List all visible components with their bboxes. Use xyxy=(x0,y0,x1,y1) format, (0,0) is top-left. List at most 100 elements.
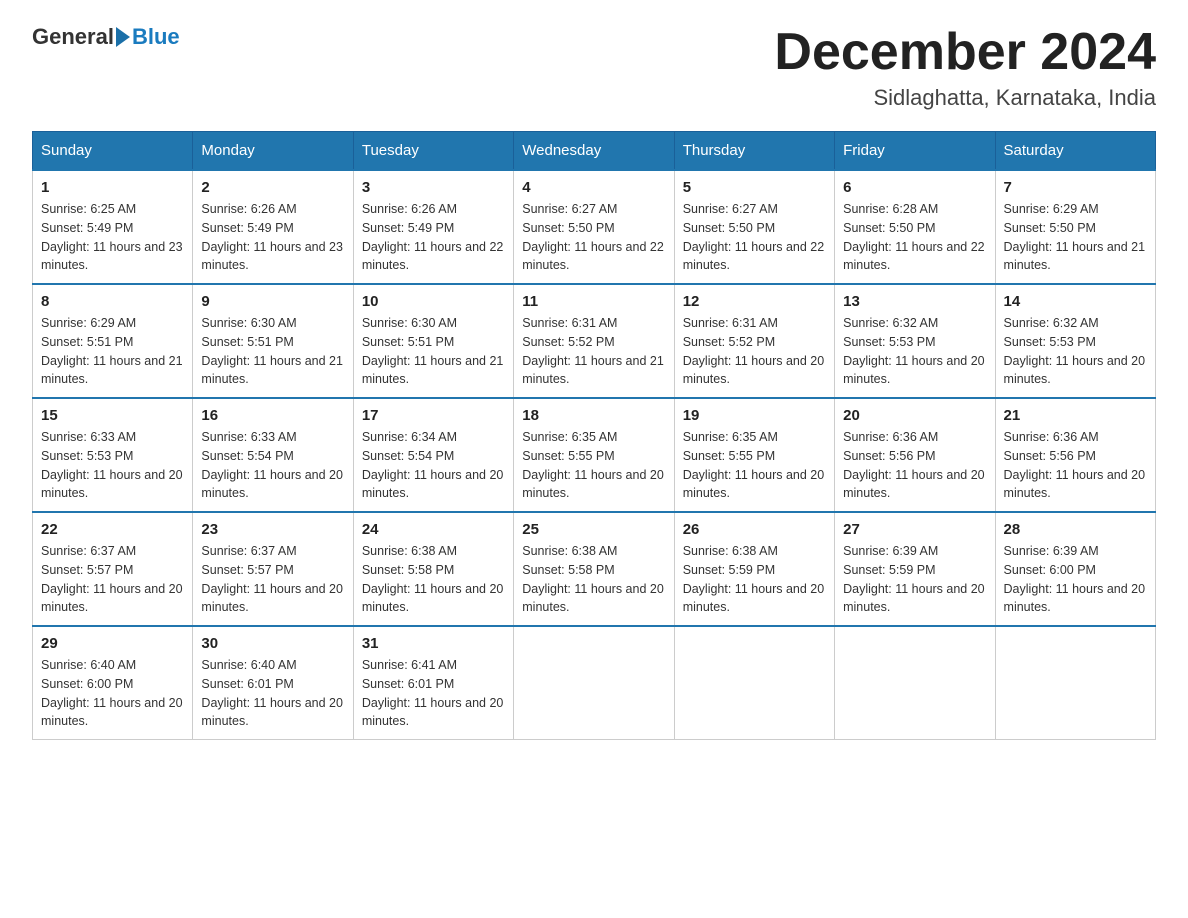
daylight-label: Daylight: 11 hours and 22 minutes. xyxy=(522,240,664,273)
daylight-label: Daylight: 11 hours and 21 minutes. xyxy=(41,354,183,387)
sunset-label: Sunset: 6:00 PM xyxy=(41,677,133,691)
day-number: 18 xyxy=(522,407,665,424)
day-info: Sunrise: 6:33 AM Sunset: 5:53 PM Dayligh… xyxy=(41,428,184,503)
sunrise-label: Sunrise: 6:26 AM xyxy=(362,202,457,216)
daylight-label: Daylight: 11 hours and 20 minutes. xyxy=(843,468,985,501)
sunset-label: Sunset: 5:58 PM xyxy=(362,563,454,577)
weekday-header-tuesday: Tuesday xyxy=(353,132,513,171)
sunset-label: Sunset: 5:52 PM xyxy=(683,335,775,349)
sunset-label: Sunset: 5:51 PM xyxy=(201,335,293,349)
sunset-label: Sunset: 5:54 PM xyxy=(362,449,454,463)
day-info: Sunrise: 6:39 AM Sunset: 5:59 PM Dayligh… xyxy=(843,542,986,617)
daylight-label: Daylight: 11 hours and 20 minutes. xyxy=(522,582,664,615)
sunrise-label: Sunrise: 6:40 AM xyxy=(201,658,296,672)
day-info: Sunrise: 6:33 AM Sunset: 5:54 PM Dayligh… xyxy=(201,428,344,503)
day-number: 16 xyxy=(201,407,344,424)
day-number: 9 xyxy=(201,293,344,310)
daylight-label: Daylight: 11 hours and 20 minutes. xyxy=(1004,468,1146,501)
day-info: Sunrise: 6:28 AM Sunset: 5:50 PM Dayligh… xyxy=(843,200,986,275)
daylight-label: Daylight: 11 hours and 20 minutes. xyxy=(843,354,985,387)
calendar-cell: 13 Sunrise: 6:32 AM Sunset: 5:53 PM Dayl… xyxy=(835,284,995,398)
sunrise-label: Sunrise: 6:32 AM xyxy=(843,316,938,330)
calendar-cell: 11 Sunrise: 6:31 AM Sunset: 5:52 PM Dayl… xyxy=(514,284,674,398)
week-row-1: 1 Sunrise: 6:25 AM Sunset: 5:49 PM Dayli… xyxy=(33,170,1156,284)
sunrise-label: Sunrise: 6:41 AM xyxy=(362,658,457,672)
day-info: Sunrise: 6:39 AM Sunset: 6:00 PM Dayligh… xyxy=(1004,542,1147,617)
sunrise-label: Sunrise: 6:33 AM xyxy=(201,430,296,444)
week-row-4: 22 Sunrise: 6:37 AM Sunset: 5:57 PM Dayl… xyxy=(33,512,1156,626)
calendar-cell: 10 Sunrise: 6:30 AM Sunset: 5:51 PM Dayl… xyxy=(353,284,513,398)
day-info: Sunrise: 6:32 AM Sunset: 5:53 PM Dayligh… xyxy=(1004,314,1147,389)
calendar-cell: 29 Sunrise: 6:40 AM Sunset: 6:00 PM Dayl… xyxy=(33,626,193,740)
sunset-label: Sunset: 5:50 PM xyxy=(1004,221,1096,235)
daylight-label: Daylight: 11 hours and 20 minutes. xyxy=(362,468,504,501)
day-number: 4 xyxy=(522,179,665,196)
calendar-cell xyxy=(835,626,995,740)
week-row-3: 15 Sunrise: 6:33 AM Sunset: 5:53 PM Dayl… xyxy=(33,398,1156,512)
sunrise-label: Sunrise: 6:31 AM xyxy=(522,316,617,330)
sunrise-label: Sunrise: 6:29 AM xyxy=(1004,202,1099,216)
calendar-cell: 9 Sunrise: 6:30 AM Sunset: 5:51 PM Dayli… xyxy=(193,284,353,398)
sunrise-label: Sunrise: 6:38 AM xyxy=(522,544,617,558)
day-number: 25 xyxy=(522,521,665,538)
daylight-label: Daylight: 11 hours and 23 minutes. xyxy=(201,240,343,273)
day-number: 10 xyxy=(362,293,505,310)
daylight-label: Daylight: 11 hours and 20 minutes. xyxy=(362,582,504,615)
day-info: Sunrise: 6:38 AM Sunset: 5:58 PM Dayligh… xyxy=(522,542,665,617)
weekday-header-friday: Friday xyxy=(835,132,995,171)
sunset-label: Sunset: 5:57 PM xyxy=(201,563,293,577)
sunrise-label: Sunrise: 6:30 AM xyxy=(362,316,457,330)
day-info: Sunrise: 6:26 AM Sunset: 5:49 PM Dayligh… xyxy=(201,200,344,275)
day-number: 7 xyxy=(1004,179,1147,196)
sunrise-label: Sunrise: 6:37 AM xyxy=(41,544,136,558)
sunrise-label: Sunrise: 6:32 AM xyxy=(1004,316,1099,330)
day-info: Sunrise: 6:35 AM Sunset: 5:55 PM Dayligh… xyxy=(522,428,665,503)
calendar-cell: 15 Sunrise: 6:33 AM Sunset: 5:53 PM Dayl… xyxy=(33,398,193,512)
day-number: 29 xyxy=(41,635,184,652)
calendar-cell: 31 Sunrise: 6:41 AM Sunset: 6:01 PM Dayl… xyxy=(353,626,513,740)
calendar-cell: 26 Sunrise: 6:38 AM Sunset: 5:59 PM Dayl… xyxy=(674,512,834,626)
calendar-cell: 14 Sunrise: 6:32 AM Sunset: 5:53 PM Dayl… xyxy=(995,284,1155,398)
daylight-label: Daylight: 11 hours and 21 minutes. xyxy=(1004,240,1146,273)
calendar-cell: 12 Sunrise: 6:31 AM Sunset: 5:52 PM Dayl… xyxy=(674,284,834,398)
calendar-cell: 3 Sunrise: 6:26 AM Sunset: 5:49 PM Dayli… xyxy=(353,170,513,284)
daylight-label: Daylight: 11 hours and 20 minutes. xyxy=(683,468,825,501)
daylight-label: Daylight: 11 hours and 20 minutes. xyxy=(201,582,343,615)
day-number: 2 xyxy=(201,179,344,196)
day-number: 12 xyxy=(683,293,826,310)
daylight-label: Daylight: 11 hours and 20 minutes. xyxy=(201,696,343,729)
calendar-cell: 1 Sunrise: 6:25 AM Sunset: 5:49 PM Dayli… xyxy=(33,170,193,284)
day-number: 28 xyxy=(1004,521,1147,538)
sunrise-label: Sunrise: 6:35 AM xyxy=(683,430,778,444)
logo-blue-text: Blue xyxy=(132,24,180,50)
sunrise-label: Sunrise: 6:37 AM xyxy=(201,544,296,558)
sunset-label: Sunset: 5:49 PM xyxy=(201,221,293,235)
day-info: Sunrise: 6:36 AM Sunset: 5:56 PM Dayligh… xyxy=(843,428,986,503)
day-info: Sunrise: 6:40 AM Sunset: 6:00 PM Dayligh… xyxy=(41,656,184,731)
sunrise-label: Sunrise: 6:39 AM xyxy=(843,544,938,558)
sunrise-label: Sunrise: 6:39 AM xyxy=(1004,544,1099,558)
day-number: 22 xyxy=(41,521,184,538)
day-number: 14 xyxy=(1004,293,1147,310)
day-number: 30 xyxy=(201,635,344,652)
weekday-header-row: SundayMondayTuesdayWednesdayThursdayFrid… xyxy=(33,132,1156,171)
calendar-cell: 8 Sunrise: 6:29 AM Sunset: 5:51 PM Dayli… xyxy=(33,284,193,398)
location-text: Sidlaghatta, Karnataka, India xyxy=(774,85,1156,111)
sunrise-label: Sunrise: 6:25 AM xyxy=(41,202,136,216)
sunset-label: Sunset: 5:51 PM xyxy=(41,335,133,349)
day-info: Sunrise: 6:41 AM Sunset: 6:01 PM Dayligh… xyxy=(362,656,505,731)
weekday-header-wednesday: Wednesday xyxy=(514,132,674,171)
daylight-label: Daylight: 11 hours and 20 minutes. xyxy=(1004,354,1146,387)
daylight-label: Daylight: 11 hours and 22 minutes. xyxy=(843,240,985,273)
day-number: 5 xyxy=(683,179,826,196)
weekday-header-saturday: Saturday xyxy=(995,132,1155,171)
sunset-label: Sunset: 6:01 PM xyxy=(201,677,293,691)
sunset-label: Sunset: 5:59 PM xyxy=(683,563,775,577)
daylight-label: Daylight: 11 hours and 20 minutes. xyxy=(683,354,825,387)
week-row-5: 29 Sunrise: 6:40 AM Sunset: 6:00 PM Dayl… xyxy=(33,626,1156,740)
day-number: 19 xyxy=(683,407,826,424)
day-number: 11 xyxy=(522,293,665,310)
day-number: 6 xyxy=(843,179,986,196)
calendar-cell: 25 Sunrise: 6:38 AM Sunset: 5:58 PM Dayl… xyxy=(514,512,674,626)
day-number: 1 xyxy=(41,179,184,196)
